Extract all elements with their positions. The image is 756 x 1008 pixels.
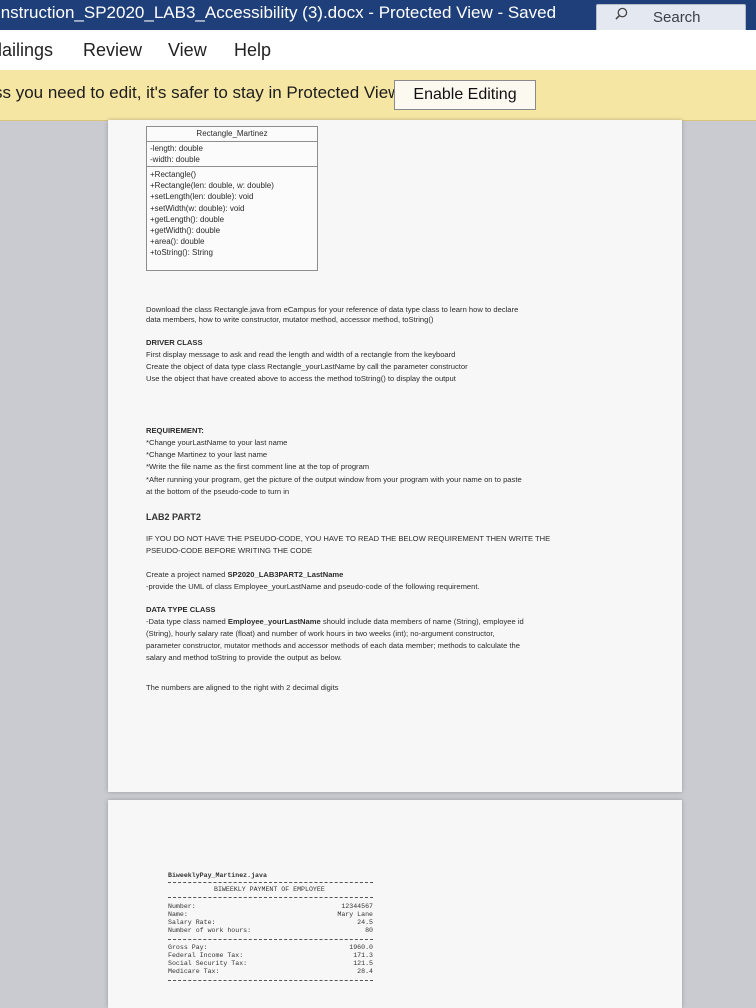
- divider: [168, 897, 373, 898]
- output-label: Number:: [168, 903, 196, 910]
- body-text: -provide the UML of class Employee_yourL…: [146, 582, 480, 591]
- output-value: 121.5: [353, 960, 373, 967]
- output-value: 171.3: [353, 952, 373, 959]
- body-text: Download the class Rectangle.java from e…: [146, 305, 519, 314]
- output-value: 24.5: [357, 919, 373, 926]
- protected-view-message: ss you need to edit, it's safer to stay …: [0, 83, 405, 102]
- body-text: *Change Martinez to your last name: [146, 450, 268, 459]
- body-text: PSEUDO-CODE BEFORE WRITING THE CODE: [146, 546, 313, 555]
- class-name: Employee_yourLastName: [227, 617, 321, 626]
- output-label: Medicare Tax:: [168, 968, 220, 975]
- document-title: Instruction_SP2020_LAB3_Accessibility (3…: [0, 3, 557, 22]
- uml-attribute: -length: double: [150, 144, 203, 153]
- section-heading: DATA TYPE CLASS: [146, 605, 216, 614]
- output-value: 12344567: [341, 903, 373, 910]
- protected-view-bar: ss you need to edit, it's safer to stay …: [0, 70, 756, 121]
- body-text: at the bottom of the pseudo-code to turn…: [146, 487, 290, 496]
- tab-mailings[interactable]: lailings: [0, 40, 53, 61]
- uml-class-diagram: Rectangle_Martinez -length: double -widt…: [146, 126, 318, 271]
- output-value: 28.4: [357, 968, 373, 975]
- uml-method: +toString(): String: [150, 248, 213, 258]
- uml-method: +Rectangle(): [150, 170, 197, 179]
- body-text: Use the object that have created above t…: [146, 374, 456, 383]
- uml-methods: +Rectangle() +Rectangle(len: double, w: …: [147, 167, 317, 261]
- body-text: *After running your program, get the pic…: [146, 475, 522, 484]
- body-text: salary and method toString to provide th…: [146, 653, 342, 662]
- uml-class-name: Rectangle_Martinez: [147, 127, 317, 142]
- tab-help[interactable]: Help: [234, 40, 271, 61]
- body-text: Create a project named SP2020_LAB3PART2_…: [146, 570, 343, 580]
- uml-method: +area(): double: [150, 237, 205, 247]
- search-label: Search: [653, 9, 701, 26]
- output-label: Social Security Tax:: [168, 960, 248, 967]
- body-text: (String), hourly salary rate (float) and…: [146, 629, 495, 638]
- tab-review[interactable]: Review: [83, 40, 142, 61]
- text-run: should include data members of name (Str…: [320, 617, 524, 626]
- ribbon-tabs: lailings Review View Help: [0, 30, 756, 71]
- body-text: Create the object of data type class Rec…: [146, 362, 468, 371]
- output-value: 80: [365, 927, 373, 934]
- divider: [168, 980, 373, 981]
- text-run: -Data type class named: [146, 617, 228, 626]
- output-filename: BiweeklyPay_Martinez.java: [168, 872, 267, 879]
- output-label: Gross Pay:: [168, 944, 208, 951]
- divider: [168, 882, 373, 883]
- enable-editing-button[interactable]: Enable Editing: [394, 80, 536, 110]
- uml-attribute: -width: double: [150, 155, 200, 164]
- body-text: -Data type class named Employee_yourLast…: [146, 617, 524, 627]
- body-text: *Change yourLastName to your last name: [146, 438, 288, 447]
- search-icon: [615, 7, 628, 20]
- body-text: IF YOU DO NOT HAVE THE PSEUDO-CODE, YOU …: [146, 534, 551, 543]
- uml-method: +setWidth(w: double): void: [150, 203, 245, 213]
- uml-method: +Rectangle(len: double, w: double): [150, 181, 274, 191]
- uml-method: +getWidth(): double: [150, 226, 221, 236]
- body-text: parameter constructor, mutator methods a…: [146, 641, 520, 650]
- uml-method: +getLength(): double: [150, 214, 225, 224]
- output-value: Mary Lane: [337, 911, 373, 918]
- search-box[interactable]: Search: [596, 4, 746, 32]
- text-run: Create a project named: [146, 570, 228, 579]
- section-heading: DRIVER CLASS: [146, 338, 203, 347]
- body-text: The numbers are aligned to the right wit…: [146, 683, 339, 692]
- output-heading: BIWEEKLY PAYMENT OF EMPLOYEE: [214, 886, 325, 893]
- output-label: Federal Income Tax:: [168, 952, 244, 959]
- title-bar: Instruction_SP2020_LAB3_Accessibility (3…: [0, 0, 756, 32]
- section-heading: LAB2 PART2: [146, 512, 201, 522]
- output-value: 1960.0: [349, 944, 373, 951]
- uml-attributes: -length: double -width: double: [147, 142, 317, 167]
- divider: [168, 939, 373, 940]
- tab-view[interactable]: View: [168, 40, 207, 61]
- body-text: *Write the file name as the first commen…: [146, 462, 370, 471]
- output-label: Name:: [168, 911, 188, 918]
- output-label: Salary Rate:: [168, 919, 216, 926]
- section-heading: REQUIREMENT:: [146, 426, 204, 435]
- uml-method: +setLength(len: double): void: [150, 192, 254, 202]
- body-text: First display message to ask and read th…: [146, 350, 456, 359]
- project-name: SP2020_LAB3PART2_LastName: [227, 570, 344, 579]
- output-label: Number of work hours:: [168, 927, 252, 934]
- body-text: data members, how to write constructor, …: [146, 315, 434, 324]
